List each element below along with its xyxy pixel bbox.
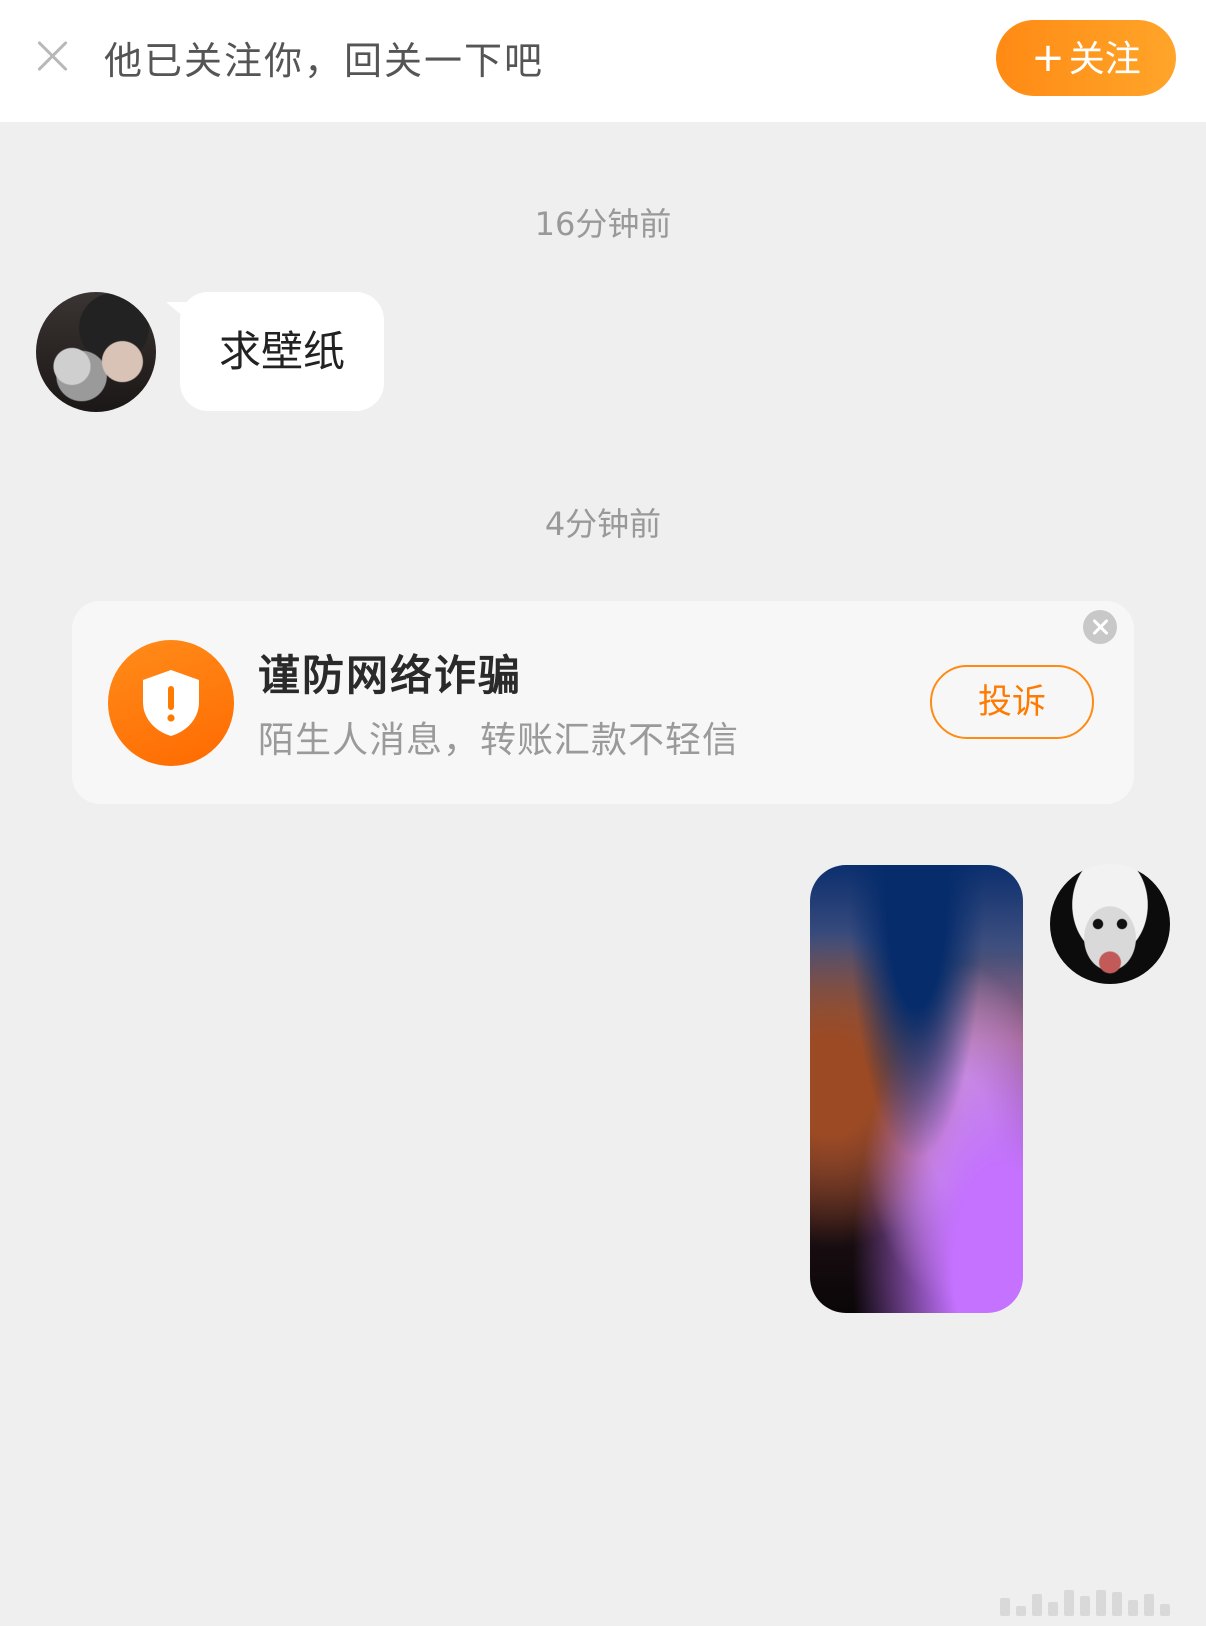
close-icon[interactable] [30, 34, 74, 78]
shield-icon [108, 640, 234, 766]
anti-fraud-subtitle: 陌生人消息，转账汇款不轻信 [258, 720, 740, 761]
incoming-message-bubble[interactable]: 求壁纸 [166, 292, 384, 411]
incoming-message-text: 求壁纸 [218, 327, 345, 376]
plus-icon: + [1031, 35, 1065, 81]
follow-back-prompt: 他已关注你，回关一下吧 [104, 39, 545, 83]
home-indicator [1000, 1588, 1190, 1616]
follow-button[interactable]: + 关注 [996, 20, 1176, 96]
follow-button-label: 关注 [1068, 39, 1141, 80]
follow-back-bar: 他已关注你，回关一下吧 + 关注 [0, 0, 1206, 122]
my-avatar[interactable] [1050, 864, 1170, 984]
message-timestamp: 16分钟前 [534, 205, 672, 243]
anti-fraud-title: 谨防网络诈骗 [258, 651, 523, 700]
close-circle-icon[interactable] [1083, 610, 1117, 644]
sender-avatar[interactable] [36, 292, 156, 412]
report-button[interactable]: 投诉 [930, 665, 1094, 739]
message-timestamp: 4分钟前 [544, 505, 662, 543]
outgoing-image-message[interactable] [810, 865, 1023, 1313]
